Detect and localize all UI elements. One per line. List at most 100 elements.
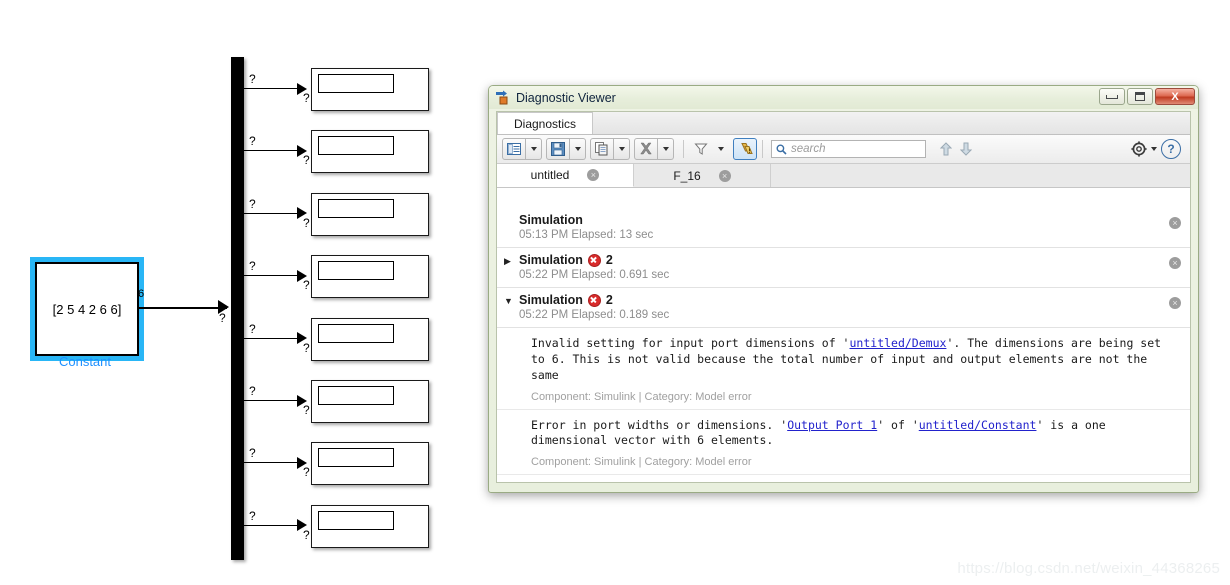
close-button[interactable]: X (1155, 88, 1195, 105)
list-view-icon (507, 143, 521, 155)
nav-down-icon[interactable] (960, 142, 972, 156)
demux-output-wire[interactable] (244, 462, 302, 464)
source-tab-close-icon[interactable]: × (587, 169, 600, 181)
toolbar-separator-2 (762, 140, 763, 158)
source-tab-close-icon[interactable]: × (718, 169, 731, 182)
source-tab-untitled[interactable]: untitled × (497, 164, 634, 187)
display-input-marker: ? (303, 215, 310, 230)
display-block[interactable] (311, 317, 429, 361)
view-layout-button[interactable] (502, 138, 526, 160)
maximize-button[interactable] (1127, 88, 1153, 105)
window-title: Diagnostic Viewer (516, 90, 616, 105)
message-detail-text: Error in port widths or dimensions. 'Out… (531, 417, 1106, 448)
display-block[interactable] (311, 504, 429, 548)
nav-up-icon[interactable] (940, 142, 952, 156)
error-count: 2 (605, 293, 613, 307)
expand-triangle-icon[interactable]: ▶ (504, 257, 511, 266)
demux-output-wire[interactable] (244, 524, 302, 526)
display-input-marker: ? (303, 527, 310, 542)
message-detail-meta: Component: Simulink | Category: Model er… (531, 390, 752, 403)
tab-diagnostics[interactable]: Diagnostics (497, 112, 594, 134)
source-tab-label: F_16 (673, 168, 701, 183)
clear-dropdown[interactable] (658, 138, 674, 160)
wire-constant-to-demux[interactable] (137, 307, 227, 309)
clear-button[interactable] (634, 138, 658, 160)
toolbar-separator-1 (683, 140, 684, 158)
demux-output-wire[interactable] (244, 212, 302, 214)
save-dropdown[interactable] (570, 138, 586, 160)
copy-button[interactable] (590, 138, 614, 160)
demux-block[interactable] (231, 57, 244, 560)
filter-button[interactable] (689, 138, 713, 160)
message-timestamp: 05:22 PM Elapsed: 0.691 sec (519, 269, 670, 281)
search-input[interactable]: search (771, 140, 926, 158)
window-body: Diagnostics search ? untitled × F_16 × S… (496, 111, 1191, 483)
display-block[interactable] (311, 68, 429, 111)
display-block-value (318, 136, 394, 156)
clear-x-icon (640, 142, 652, 155)
copy-group (590, 138, 630, 160)
save-button[interactable] (546, 138, 570, 160)
message-timestamp: 05:22 PM Elapsed: 0.189 sec (519, 309, 670, 321)
settings-dropdown-caret[interactable] (1151, 147, 1157, 151)
detail-separator (497, 474, 1190, 476)
display-block[interactable] (311, 442, 429, 486)
demux-output-wire[interactable] (244, 337, 302, 339)
constant-block-label: Constant (58, 354, 112, 369)
diagnostic-viewer-window[interactable]: Diagnostic Viewer X Diagnostics search ?… (488, 85, 1199, 493)
source-tab-f16[interactable]: F_16 × (634, 164, 771, 187)
warning-icon (740, 143, 753, 154)
save-icon (551, 142, 565, 156)
display-input-marker: ? (303, 91, 310, 105)
toolbar-right-group: ? (1131, 139, 1185, 159)
demux-output-wire[interactable] (244, 275, 302, 277)
copy-dropdown[interactable] (614, 138, 630, 160)
window-title-bar[interactable]: Diagnostic Viewer X (489, 86, 1198, 109)
filter-group (689, 138, 729, 160)
message-title-row: Simulation (519, 213, 1190, 227)
message-title-row: Simulation 2 (519, 293, 1190, 307)
model-link[interactable]: Output Port 1 (787, 418, 877, 432)
clear-group (634, 138, 674, 160)
constant-block[interactable]: [2 5 4 2 6 6] (35, 262, 139, 356)
display-block[interactable] (311, 255, 429, 299)
demux-output-wire[interactable] (244, 88, 302, 89)
demux-output-wire[interactable] (244, 150, 302, 152)
model-link[interactable]: untitled/Demux (850, 336, 947, 350)
funnel-icon (694, 143, 708, 155)
message-row[interactable]: ▶ Simulation 2 05:22 PM Elapsed: 0.691 sec × (497, 248, 1190, 288)
minimize-button[interactable] (1099, 88, 1125, 105)
message-timestamp: 05:13 PM Elapsed: 13 sec (519, 229, 654, 241)
demux-output-marker: ? (249, 446, 256, 461)
error-badge-icon (587, 293, 601, 307)
message-title-row: Simulation 2 (519, 253, 1190, 267)
display-block[interactable] (311, 380, 429, 423)
message-close-icon[interactable]: × (1169, 217, 1181, 229)
source-tab-label: untitled (530, 168, 570, 182)
model-link[interactable]: untitled/Constant (919, 418, 1037, 432)
demux-input-marker: ? (219, 311, 226, 325)
message-title: Simulation (519, 213, 583, 227)
display-block[interactable] (311, 130, 429, 174)
display-block[interactable] (311, 192, 429, 236)
search-icon (776, 144, 787, 155)
message-list[interactable]: Simulation 05:13 PM Elapsed: 13 sec × ▶ Simu… (497, 208, 1190, 482)
warnings-toggle[interactable] (733, 138, 757, 160)
nav-arrow-group (940, 142, 972, 156)
demux-output-marker: ? (249, 508, 256, 523)
message-close-icon[interactable]: × (1169, 257, 1181, 269)
message-close-icon[interactable]: × (1169, 297, 1181, 309)
filter-dropdown[interactable] (713, 138, 729, 160)
collapse-triangle-icon[interactable]: ▼ (504, 297, 513, 306)
view-layout-dropdown[interactable] (526, 138, 542, 160)
save-group (546, 138, 586, 160)
gear-icon[interactable] (1131, 141, 1147, 157)
copy-icon (595, 142, 608, 156)
demux-output-wire[interactable] (244, 400, 302, 401)
error-badge-icon (587, 253, 601, 267)
help-button[interactable]: ? (1161, 139, 1181, 159)
watermark: https://blog.csdn.net/weixin_44368265 (957, 560, 1220, 577)
message-row[interactable]: ▼ Simulation 2 05:22 PM Elapsed: 0.189 sec × (497, 288, 1190, 328)
message-title: Simulation (519, 253, 583, 267)
message-row[interactable]: Simulation 05:13 PM Elapsed: 13 sec × (497, 208, 1190, 248)
